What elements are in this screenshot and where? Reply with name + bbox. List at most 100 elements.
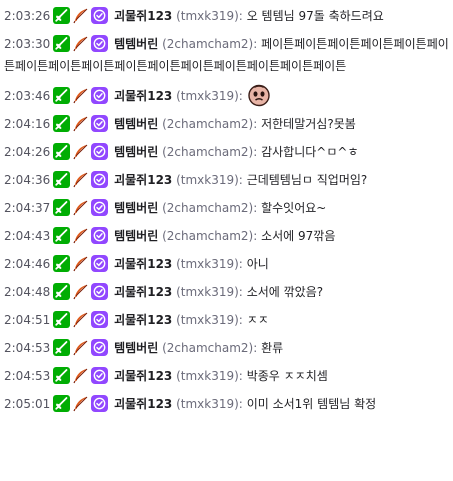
chat-message: 2:04:51 괴물쥐123 (tmxk319): ㅈㅈ	[4, 306, 449, 334]
sword-icon[interactable]	[53, 35, 71, 52]
user-login[interactable]: (tmxk319):	[176, 369, 243, 383]
checkmark-badge-icon[interactable]	[91, 35, 109, 52]
checkmark-badge-icon[interactable]	[91, 227, 109, 244]
username[interactable]: 템템버린	[114, 341, 158, 355]
sword-icon[interactable]	[53, 115, 71, 132]
feather-icon[interactable]	[72, 171, 89, 188]
chat-message: 2:04:48 괴물쥐123 (tmxk319): 소서에 깎았음?	[4, 278, 449, 306]
chat-message: 2:04:43 템템버린 (2chamcham2): 소서에 97깎음	[4, 222, 449, 250]
sword-icon[interactable]	[53, 283, 71, 300]
message-timestamp: 2:03:26	[4, 9, 51, 23]
checkmark-badge-icon[interactable]	[91, 311, 109, 328]
feather-icon[interactable]	[72, 143, 89, 160]
username[interactable]: 템템버린	[114, 201, 158, 215]
checkmark-badge-icon[interactable]	[91, 283, 109, 300]
feather-icon[interactable]	[72, 395, 89, 412]
message-timestamp: 2:04:46	[4, 257, 51, 271]
username[interactable]: 괴물쥐123	[114, 285, 172, 299]
checkmark-badge-icon[interactable]	[91, 171, 109, 188]
feather-icon[interactable]	[72, 283, 89, 300]
message-text: 근데템템님ㅁ 직업머임?	[246, 173, 368, 187]
username[interactable]: 괴물쥐123	[114, 369, 172, 383]
user-login[interactable]: (tmxk319):	[176, 173, 243, 187]
sword-icon[interactable]	[53, 255, 71, 272]
checkmark-badge-icon[interactable]	[91, 7, 109, 24]
username[interactable]: 괴물쥐123	[114, 257, 172, 271]
user-login[interactable]: (tmxk319):	[176, 397, 243, 411]
chat-message: 2:04:53 괴물쥐123 (tmxk319): 박종우 ㅈㅈ치셈	[4, 362, 449, 390]
sword-icon[interactable]	[53, 7, 71, 24]
user-login[interactable]: (2chamcham2):	[162, 145, 257, 159]
checkmark-badge-icon[interactable]	[91, 143, 109, 160]
sword-icon[interactable]	[53, 339, 71, 356]
message-timestamp: 2:04:51	[4, 313, 51, 327]
user-login[interactable]: (2chamcham2):	[162, 229, 257, 243]
sword-icon[interactable]	[53, 171, 71, 188]
message-timestamp: 2:05:01	[4, 397, 51, 411]
message-timestamp: 2:03:30	[4, 37, 51, 51]
checkmark-badge-icon[interactable]	[91, 87, 109, 104]
message-timestamp: 2:04:26	[4, 145, 51, 159]
message-timestamp: 2:04:48	[4, 285, 51, 299]
user-login[interactable]: (tmxk319):	[176, 257, 243, 271]
chat-message: 2:03:30 템템버린 (2chamcham2): 페이튼페이튼페이튼페이튼페…	[4, 30, 449, 80]
user-login[interactable]: (2chamcham2):	[162, 201, 257, 215]
feather-icon[interactable]	[72, 339, 89, 356]
message-timestamp: 2:04:36	[4, 173, 51, 187]
feather-icon[interactable]	[72, 115, 89, 132]
user-login[interactable]: (2chamcham2):	[162, 341, 257, 355]
user-login[interactable]: (tmxk319):	[176, 89, 243, 103]
feather-icon[interactable]	[72, 35, 89, 52]
checkmark-badge-icon[interactable]	[91, 367, 109, 384]
user-login[interactable]: (tmxk319):	[176, 313, 243, 327]
chat-message: 2:05:01 괴물쥐123 (tmxk319): 이미 소서1위 템템님 확정	[4, 390, 449, 418]
checkmark-badge-icon[interactable]	[91, 395, 109, 412]
username[interactable]: 템템버린	[114, 117, 158, 131]
feather-icon[interactable]	[72, 227, 89, 244]
chat-message: 2:04:53 템템버린 (2chamcham2): 환류	[4, 334, 449, 362]
feather-icon[interactable]	[72, 87, 89, 104]
user-login[interactable]: (2chamcham2):	[162, 117, 257, 131]
user-login[interactable]: (2chamcham2):	[162, 37, 257, 51]
message-text: 아니	[246, 257, 269, 271]
username[interactable]: 괴물쥐123	[114, 9, 172, 23]
feather-icon[interactable]	[72, 199, 89, 216]
sword-icon[interactable]	[53, 227, 71, 244]
checkmark-badge-icon[interactable]	[91, 339, 109, 356]
chat-message: 2:03:26 괴물쥐123 (tmxk319): 오 템템님 97돌 축하드려…	[4, 2, 449, 30]
message-text: 감사합니다^ㅁ^ㅎ	[261, 145, 359, 159]
feather-icon[interactable]	[72, 311, 89, 328]
message-timestamp: 2:04:43	[4, 229, 51, 243]
chat-message: 2:04:26 템템버린 (2chamcham2): 감사합니다^ㅁ^ㅎ	[4, 138, 449, 166]
username[interactable]: 괴물쥐123	[114, 173, 172, 187]
checkmark-badge-icon[interactable]	[91, 199, 109, 216]
sword-icon[interactable]	[53, 311, 71, 328]
checkmark-badge-icon[interactable]	[91, 255, 109, 272]
sword-icon[interactable]	[53, 199, 71, 216]
message-text: 저한테말거심?못봄	[261, 117, 356, 131]
username[interactable]: 괴물쥐123	[114, 89, 172, 103]
user-login[interactable]: (tmxk319):	[176, 285, 243, 299]
sword-icon[interactable]	[53, 395, 71, 412]
username[interactable]: 템템버린	[114, 37, 158, 51]
user-login[interactable]: (tmxk319):	[176, 9, 243, 23]
message-text: 오 템템님 97돌 축하드려요	[246, 9, 384, 23]
feather-icon[interactable]	[72, 367, 89, 384]
message-text: 할수잇어요~	[261, 201, 327, 215]
message-timestamp: 2:04:16	[4, 117, 51, 131]
sword-icon[interactable]	[53, 87, 71, 104]
username[interactable]: 괴물쥐123	[114, 313, 172, 327]
feather-icon[interactable]	[72, 7, 89, 24]
isaac-crying-face-emote[interactable]	[247, 83, 271, 107]
sword-icon[interactable]	[53, 367, 71, 384]
chat-message: 2:04:46 괴물쥐123 (tmxk319): 아니	[4, 250, 449, 278]
feather-icon[interactable]	[72, 255, 89, 272]
username[interactable]: 템템버린	[114, 145, 158, 159]
username[interactable]: 괴물쥐123	[114, 397, 172, 411]
message-timestamp: 2:03:46	[4, 89, 51, 103]
chat-message: 2:04:16 템템버린 (2chamcham2): 저한테말거심?못봄	[4, 110, 449, 138]
message-text: 이미 소서1위 템템님 확정	[246, 397, 377, 411]
checkmark-badge-icon[interactable]	[91, 115, 109, 132]
username[interactable]: 템템버린	[114, 229, 158, 243]
sword-icon[interactable]	[53, 143, 71, 160]
